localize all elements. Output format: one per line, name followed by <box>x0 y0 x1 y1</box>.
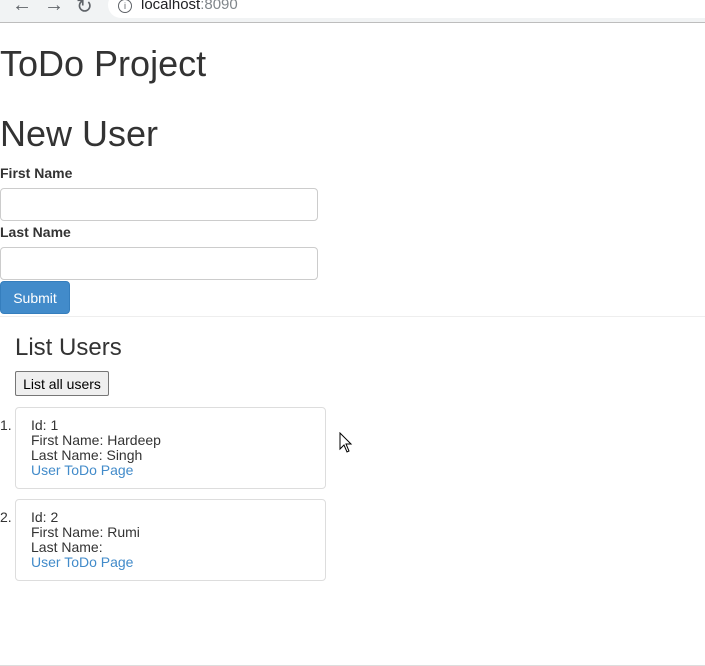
user-first-name: First Name: Hardeep <box>31 432 161 448</box>
list-number: 2. <box>0 509 12 525</box>
user-last-name: Last Name: Singh <box>31 447 143 463</box>
first-name-input[interactable] <box>0 188 318 221</box>
url-host: localhost <box>141 0 201 13</box>
mouse-cursor-icon <box>339 432 353 453</box>
user-first-name: First Name: Rumi <box>31 524 140 540</box>
info-icon[interactable]: i <box>118 0 132 13</box>
list-all-users-button[interactable]: List all users <box>15 371 109 396</box>
user-id: Id: 1 <box>31 417 59 433</box>
reload-icon[interactable]: ↻ <box>76 0 93 19</box>
user-id: Id: 2 <box>31 509 59 525</box>
user-todo-link[interactable]: User ToDo Page <box>31 463 310 478</box>
user-card: Id: 1 First Name: Hardeep Last Name: Sin… <box>15 407 326 489</box>
list-number: 1. <box>0 417 12 433</box>
last-name-label: Last Name <box>0 224 71 240</box>
page-title: ToDo Project <box>0 43 207 84</box>
submit-button[interactable]: Submit <box>0 281 70 314</box>
divider <box>0 316 705 317</box>
url-port: :8090 <box>200 0 238 13</box>
new-user-heading: New User <box>0 113 159 154</box>
user-last-name: Last Name: <box>31 539 103 555</box>
address-bar[interactable]: i localhost:8090 <box>108 0 705 18</box>
list-users-heading: List Users <box>15 334 122 361</box>
last-name-input[interactable] <box>0 247 318 280</box>
back-icon[interactable]: ← <box>12 0 32 17</box>
forward-icon[interactable]: → <box>44 0 64 17</box>
user-card: Id: 2 First Name: Rumi Last Name: User T… <box>15 499 326 581</box>
first-name-label: First Name <box>0 165 73 181</box>
user-todo-link[interactable]: User ToDo Page <box>31 555 310 570</box>
browser-toolbar: ← → ↻ i localhost:8090 <box>0 0 705 23</box>
